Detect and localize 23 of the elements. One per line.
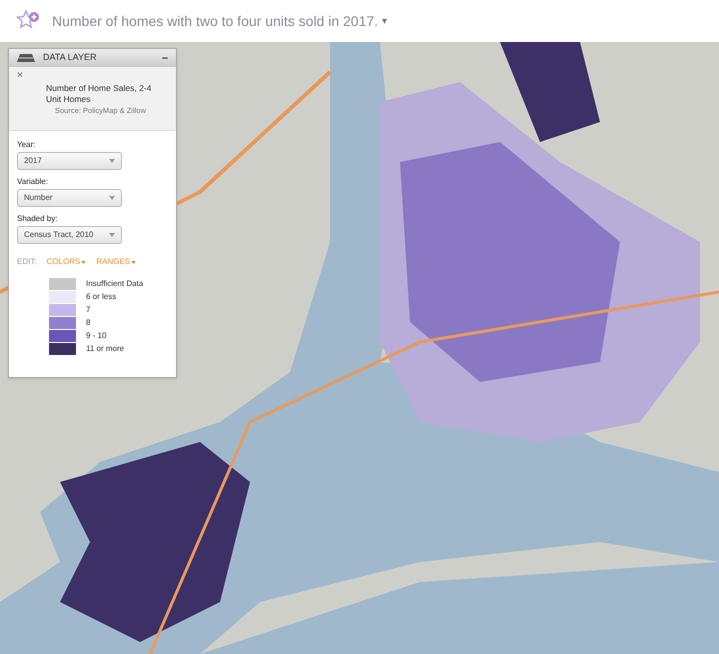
caret-icon: [131, 260, 136, 264]
select-dropdown[interactable]: 2017: [17, 152, 122, 170]
caret-icon: [109, 159, 115, 163]
select-dropdown[interactable]: Census Tract, 2010: [17, 226, 122, 244]
legend-label: 11 or more: [86, 343, 124, 355]
field-label: Variable:: [17, 176, 49, 188]
select-dropdown[interactable]: Number: [17, 189, 122, 207]
map-title-dropdown[interactable]: Number of homes with two to four units sold in 2017. ▾: [52, 10, 388, 32]
field-label: Shaded by:: [17, 213, 58, 225]
collapse-button[interactable]: –: [162, 52, 168, 64]
legend-label: 6 or less: [86, 291, 116, 303]
edit-label: EDIT:: [17, 256, 37, 268]
layers-icon: [17, 54, 35, 62]
legend-label: 8: [86, 317, 90, 329]
panel-title: DATA LAYER: [43, 51, 98, 64]
layer-name: Number of Home Sales, 2-4 Unit Homes: [46, 83, 152, 105]
field-label: Year:: [17, 139, 36, 151]
caret-icon: [109, 196, 115, 200]
legend-label: 9 - 10: [86, 330, 106, 342]
caret-icon: [109, 233, 115, 237]
caret-icon: [81, 260, 86, 264]
legend-label: Insufficient Data: [86, 278, 144, 290]
legend-label: 7: [86, 304, 90, 316]
